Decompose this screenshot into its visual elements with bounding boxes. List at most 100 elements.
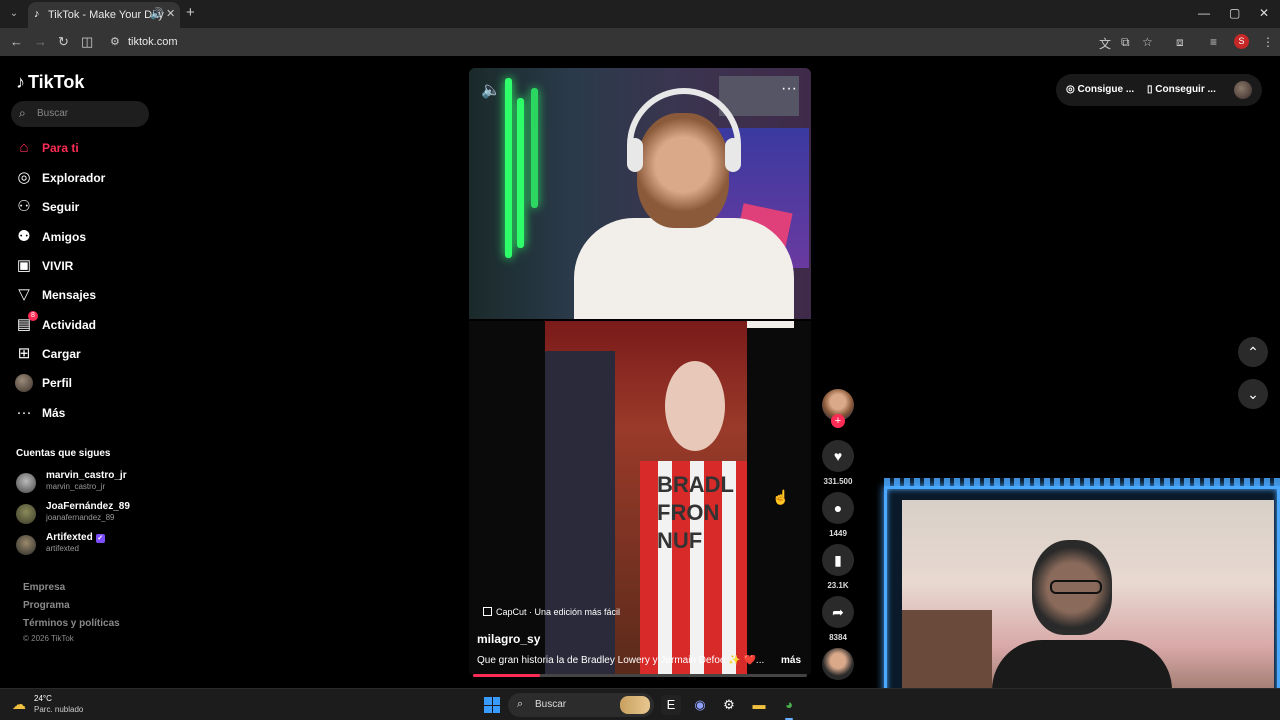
share-count: 8384 <box>829 633 847 642</box>
new-tab-button[interactable]: + <box>186 4 195 21</box>
bookmark-star-icon[interactable]: ☆ <box>1142 35 1153 49</box>
football-clip: BRADL FRON NUF <box>545 321 747 676</box>
video-description: Que gran historia la de Bradley Lowery y… <box>477 655 765 666</box>
progress-fill <box>473 674 540 677</box>
video-more-options-icon[interactable]: ··· <box>781 80 797 98</box>
tiktok-logo[interactable]: ♪ TikTok <box>16 72 84 93</box>
video-progress-bar[interactable] <box>473 674 807 677</box>
tiktok-note-icon: ♪ <box>16 72 25 92</box>
following-account[interactable]: marvin_castro_jr marvin_castro_jr <box>16 470 156 496</box>
footer-link-terminos[interactable]: Términos y políticas <box>23 618 120 629</box>
suited-man <box>545 351 615 676</box>
streamer-camera-frame <box>469 68 811 328</box>
file-explorer-icon[interactable]: ▬ <box>749 695 769 715</box>
video-player[interactable]: BRADL FRON NUF 🔈 ··· <box>469 68 811 676</box>
account-handle: marvin_castro_jr <box>46 482 106 491</box>
audio-playing-icon[interactable]: 🔊 <box>150 7 164 20</box>
share-arrow-icon: ➦ <box>832 604 844 620</box>
get-coins-button[interactable]: ◎ Consigue ... <box>1066 84 1134 95</box>
media-controls-icon[interactable]: ≡ <box>1210 35 1217 49</box>
share-button[interactable]: ➦ <box>822 596 854 628</box>
following-icon: ⚇ <box>17 198 31 215</box>
install-app-icon[interactable]: ⧉ <box>1121 35 1130 50</box>
see-more-button[interactable]: más <box>781 655 801 666</box>
close-tab-icon[interactable]: ✕ <box>166 7 175 20</box>
search-placeholder: Buscar <box>37 108 69 119</box>
nav-label: Explorador <box>42 171 106 185</box>
browser-tab[interactable]: ♪ TikTok - Make Your Day 🔊 ✕ <box>28 2 180 28</box>
back-icon[interactable]: ← <box>10 34 23 49</box>
search-highlight-image <box>620 696 650 714</box>
browser-menu-icon[interactable]: ⋮ <box>1262 35 1274 49</box>
tab-title: TikTok - Make Your Day <box>48 9 164 21</box>
weather-cloud-sun-icon[interactable]: ☁ <box>12 696 26 713</box>
weather-description[interactable]: Parc. nublado <box>34 705 83 714</box>
nav-para-ti[interactable]: ⌂ Para ti <box>15 137 155 159</box>
save-button[interactable]: ▮ <box>822 544 854 576</box>
follow-plus-icon[interactable]: + <box>831 414 845 428</box>
url-text[interactable]: tiktok.com <box>128 36 178 48</box>
capcut-tag[interactable]: CapCut · Una edición más fácil <box>483 607 620 621</box>
discord-icon[interactable]: ◉ <box>690 695 710 715</box>
search-input[interactable]: ⌕ Buscar <box>11 101 149 127</box>
omnibox[interactable]: ⚙ tiktok.com <box>104 31 1204 53</box>
video-author[interactable]: milagro_sy <box>477 632 540 646</box>
get-app-button[interactable]: ▯ Conseguir ... <box>1147 84 1216 95</box>
user-avatar[interactable] <box>1234 81 1252 99</box>
live-icon: ▣ <box>16 257 32 274</box>
volume-icon[interactable]: 🔈 <box>481 80 501 100</box>
comment-button[interactable]: ● <box>822 492 854 524</box>
next-video-button[interactable]: ⌄ <box>1238 379 1268 409</box>
nav-amigos[interactable]: ⚉ Amigos <box>15 226 155 248</box>
nav-label: Para ti <box>42 141 79 155</box>
close-window-icon[interactable]: ✕ <box>1259 6 1269 20</box>
nav-vivir[interactable]: ▣ VIVIR <box>15 255 155 277</box>
steam-icon[interactable]: ⚙ <box>719 695 739 715</box>
music-disc-avatar[interactable] <box>822 648 854 680</box>
nav-label: Cargar <box>42 347 81 361</box>
white-hoodie <box>574 218 794 328</box>
taskbar-search[interactable]: ⌕ Buscar <box>508 693 654 717</box>
capcut-label: CapCut · Una edición más fácil <box>496 607 621 617</box>
tab-list-button[interactable]: ⌄ <box>4 4 24 24</box>
extensions-icon[interactable]: ⧈ <box>1176 35 1184 50</box>
following-account[interactable]: Artifexted ✓ artifexted <box>16 532 156 558</box>
nav-seguir[interactable]: ⚇ Seguir <box>15 196 155 218</box>
like-button[interactable]: ♥ <box>822 440 854 472</box>
browser-profile-avatar[interactable]: S <box>1234 34 1249 49</box>
search-icon: ⌕ <box>517 698 524 710</box>
heart-icon: ♥ <box>833 448 843 464</box>
nav-perfil[interactable]: Perfil <box>15 372 155 394</box>
previous-video-button[interactable]: ⌃ <box>1238 337 1268 367</box>
headphone-ear-left <box>627 138 643 172</box>
nav-mas[interactable]: ··· Más <box>15 402 155 424</box>
weather-temperature[interactable]: 24°C <box>34 694 52 703</box>
chevron-up-icon: ⌃ <box>1247 344 1259 360</box>
headphone-ear-right <box>725 138 741 172</box>
site-info-icon[interactable]: ⚙ <box>110 35 120 48</box>
translate-icon[interactable]: 文 <box>1099 35 1111 52</box>
maximize-icon[interactable]: ▢ <box>1229 6 1240 20</box>
nav-mensajes[interactable]: ▽ Mensajes <box>15 284 155 306</box>
chevron-down-icon: ⌄ <box>1247 386 1259 402</box>
split-view-icon[interactable]: ◫ <box>81 34 93 50</box>
account-name-row: Artifexted ✓ <box>46 532 105 543</box>
nav-cargar[interactable]: ⊞ Cargar <box>15 343 155 365</box>
minimize-icon[interactable]: — <box>1198 6 1210 20</box>
coin-icon: ◎ <box>1066 84 1078 95</box>
upload-icon: ⊞ <box>17 345 31 362</box>
windows-start-icon[interactable] <box>484 697 500 713</box>
epic-games-icon[interactable]: E <box>661 695 681 715</box>
nav-explorador[interactable]: ◎ Explorador <box>15 167 155 189</box>
following-account[interactable]: JoaFernández_89 joanafernandez_89 <box>16 501 156 527</box>
nav-label: Actividad <box>42 318 97 332</box>
forward-icon[interactable]: → <box>34 34 47 49</box>
green-light-decor <box>505 78 512 258</box>
reload-icon[interactable]: ↻ <box>58 34 69 50</box>
footer-link-empresa[interactable]: Empresa <box>23 582 65 593</box>
footer-link-programa[interactable]: Programa <box>23 600 70 611</box>
nav-actividad[interactable]: ▤ 8 Actividad <box>15 311 155 336</box>
nav-label: Perfil <box>42 376 73 390</box>
account-handle: artifexted <box>46 544 79 553</box>
chrome-icon[interactable]: ◕ <box>779 695 799 720</box>
